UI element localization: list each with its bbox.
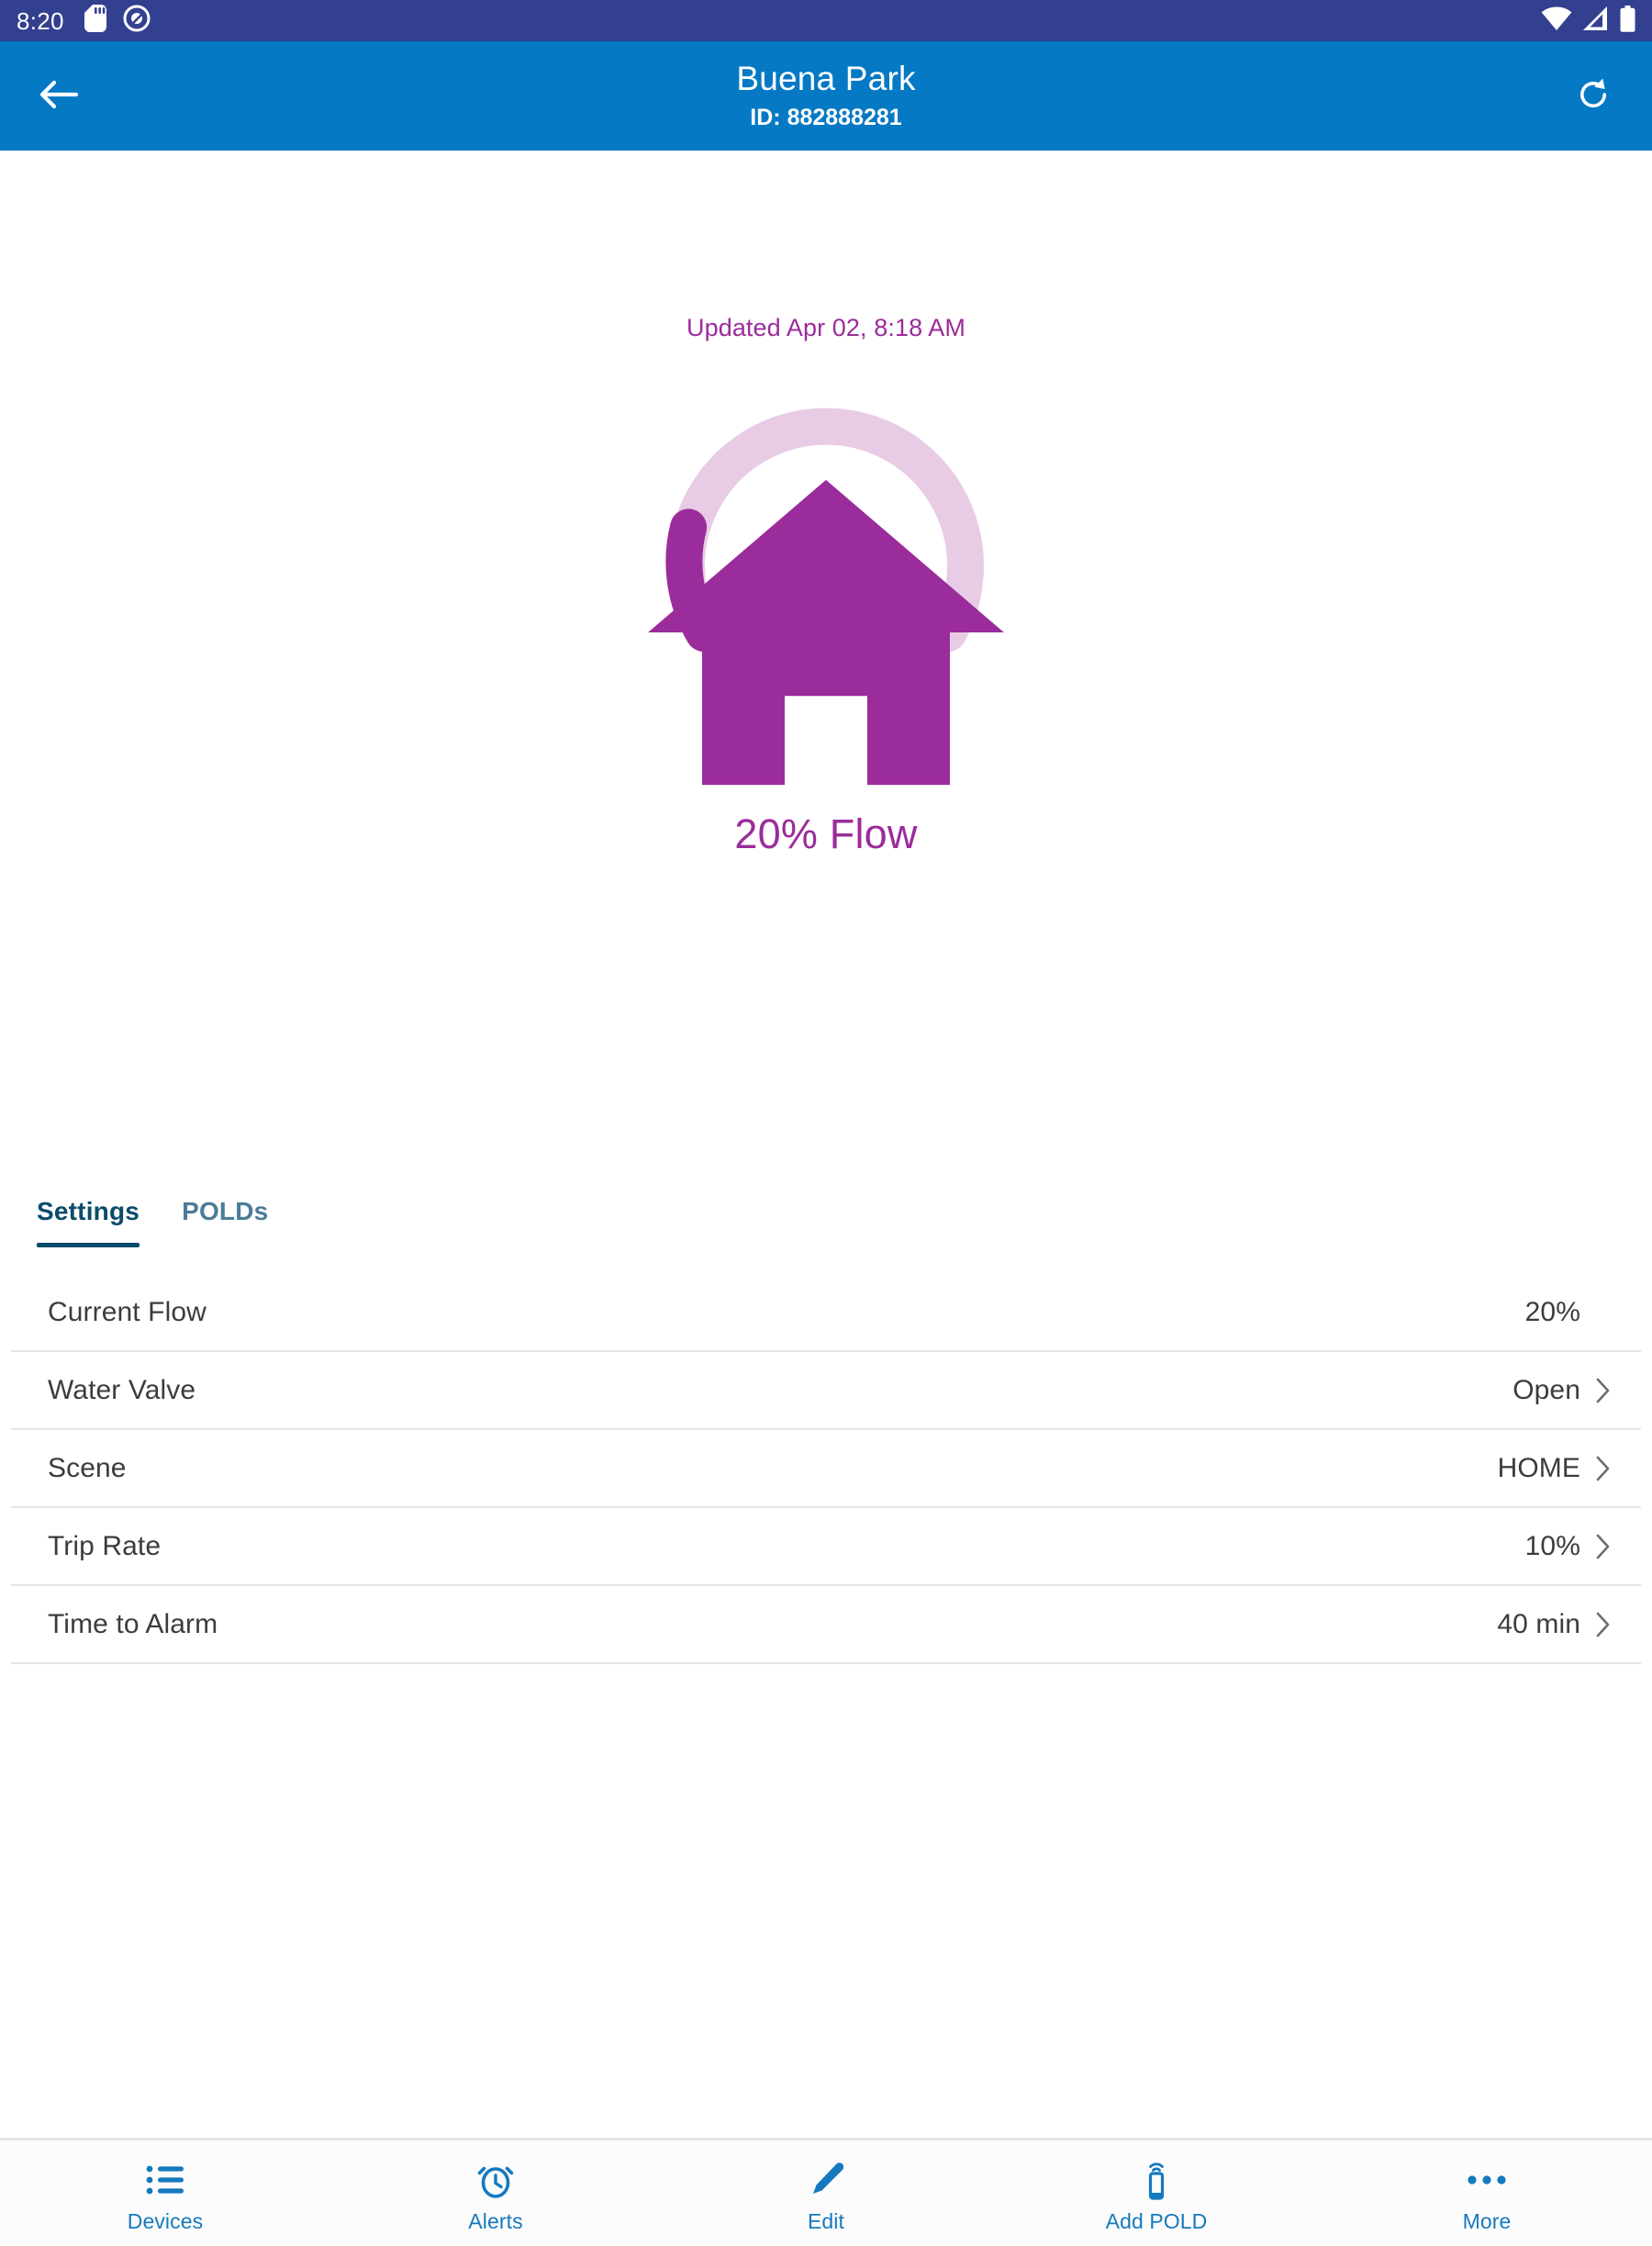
nav-item-more[interactable]: More: [1322, 2140, 1652, 2246]
setting-right: Open: [1512, 1375, 1613, 1406]
setting-row-scene[interactable]: Scene HOME: [11, 1430, 1641, 1508]
flow-gauge: 20% Flow: [633, 368, 1019, 857]
wifi-icon: [1541, 6, 1572, 36]
setting-label: Trip Rate: [48, 1530, 162, 1561]
chevron-right-icon: [1593, 1533, 1613, 1560]
gauge-center-content: 20% Flow: [633, 467, 1019, 858]
tab-settings-label: Settings: [37, 1197, 140, 1225]
back-button[interactable]: [26, 63, 92, 129]
setting-right: 40 min: [1497, 1609, 1613, 1640]
nav-label: Devices: [127, 2208, 204, 2233]
tab-settings[interactable]: Settings: [37, 1191, 152, 1247]
setting-label: Current Flow: [48, 1296, 206, 1327]
nav-label: Alerts: [468, 2208, 523, 2233]
status-left-icons: [84, 5, 151, 37]
flow-percent-label: 20% Flow: [734, 810, 918, 857]
app-screen: 8:20 Buena Park ID: 882888281 Updated Ap…: [0, 0, 1652, 2246]
home-icon: [633, 467, 1019, 798]
chevron-right-icon: [1593, 1455, 1613, 1482]
refresh-button[interactable]: [1560, 63, 1626, 129]
tab-settings-underline: [37, 1243, 140, 1247]
flow-gauge-section: Updated Apr 02, 8:18 AM 20% Flow: [0, 151, 1652, 1191]
battery-icon: [1620, 5, 1635, 37]
bottom-navigation: Devices Alerts Edit Add POLD More: [0, 2138, 1652, 2246]
setting-label: Time to Alarm: [48, 1608, 218, 1639]
last-updated-label: Updated Apr 02, 8:18 AM: [686, 314, 966, 341]
refresh-icon: [1574, 75, 1613, 117]
nav-item-alerts[interactable]: Alerts: [330, 2140, 661, 2246]
setting-value: 10%: [1524, 1530, 1580, 1561]
setting-label: Water Valve: [48, 1374, 196, 1405]
nav-label: More: [1462, 2208, 1512, 2233]
tab-polds-label: POLDs: [182, 1197, 269, 1225]
setting-row-trip-rate[interactable]: Trip Rate 10%: [11, 1508, 1641, 1586]
status-clock: 8:20: [17, 6, 64, 35]
pencil-icon: [809, 2159, 843, 2201]
setting-row-current-flow: Current Flow 20%: [11, 1274, 1641, 1352]
setting-right: 20%: [1525, 1297, 1613, 1328]
setting-value: HOME: [1497, 1452, 1580, 1483]
chevron-right-icon: [1593, 1377, 1613, 1404]
sd-card-icon: [84, 5, 106, 37]
setting-row-water-valve[interactable]: Water Valve Open: [11, 1352, 1641, 1430]
app-bar: Buena Park ID: 882888281: [0, 41, 1652, 151]
setting-right: HOME: [1498, 1453, 1613, 1484]
nav-item-add-pold[interactable]: Add POLD: [991, 2140, 1322, 2246]
setting-row-time-to-alarm[interactable]: Time to Alarm 40 min: [11, 1586, 1641, 1664]
app-bar-titles: Buena Park ID: 882888281: [0, 41, 1652, 151]
settings-list: Current Flow 20% Water Valve Open Scene …: [0, 1274, 1652, 2138]
nav-item-edit[interactable]: Edit: [661, 2140, 991, 2246]
do-not-disturb-icon: [123, 5, 151, 37]
setting-right: 10%: [1525, 1531, 1613, 1562]
tab-bar: Settings POLDs: [0, 1191, 1652, 1274]
list-icon: [146, 2159, 184, 2201]
status-right-icons: [1541, 5, 1635, 37]
status-bar: 8:20: [0, 0, 1652, 41]
ellipsis-icon: [1467, 2159, 1507, 2201]
nav-label: Edit: [807, 2208, 845, 2233]
nav-label: Add POLD: [1105, 2208, 1208, 2233]
tab-polds[interactable]: POLDs: [182, 1191, 281, 1247]
tab-polds-underline: [182, 1243, 268, 1247]
device-id-subtitle: ID: 882888281: [750, 104, 902, 130]
nav-item-devices[interactable]: Devices: [0, 2140, 330, 2246]
arrow-left-icon: [39, 77, 79, 115]
setting-label: Scene: [48, 1452, 127, 1483]
cellular-signal-icon: [1583, 6, 1609, 36]
alarm-clock-icon: [477, 2159, 514, 2201]
setting-value: 20%: [1524, 1296, 1580, 1327]
chevron-right-icon: [1593, 1611, 1613, 1638]
setting-value: Open: [1512, 1374, 1580, 1405]
wireless-device-icon: [1141, 2159, 1172, 2201]
page-title: Buena Park: [736, 59, 916, 97]
setting-value: 40 min: [1497, 1608, 1580, 1639]
